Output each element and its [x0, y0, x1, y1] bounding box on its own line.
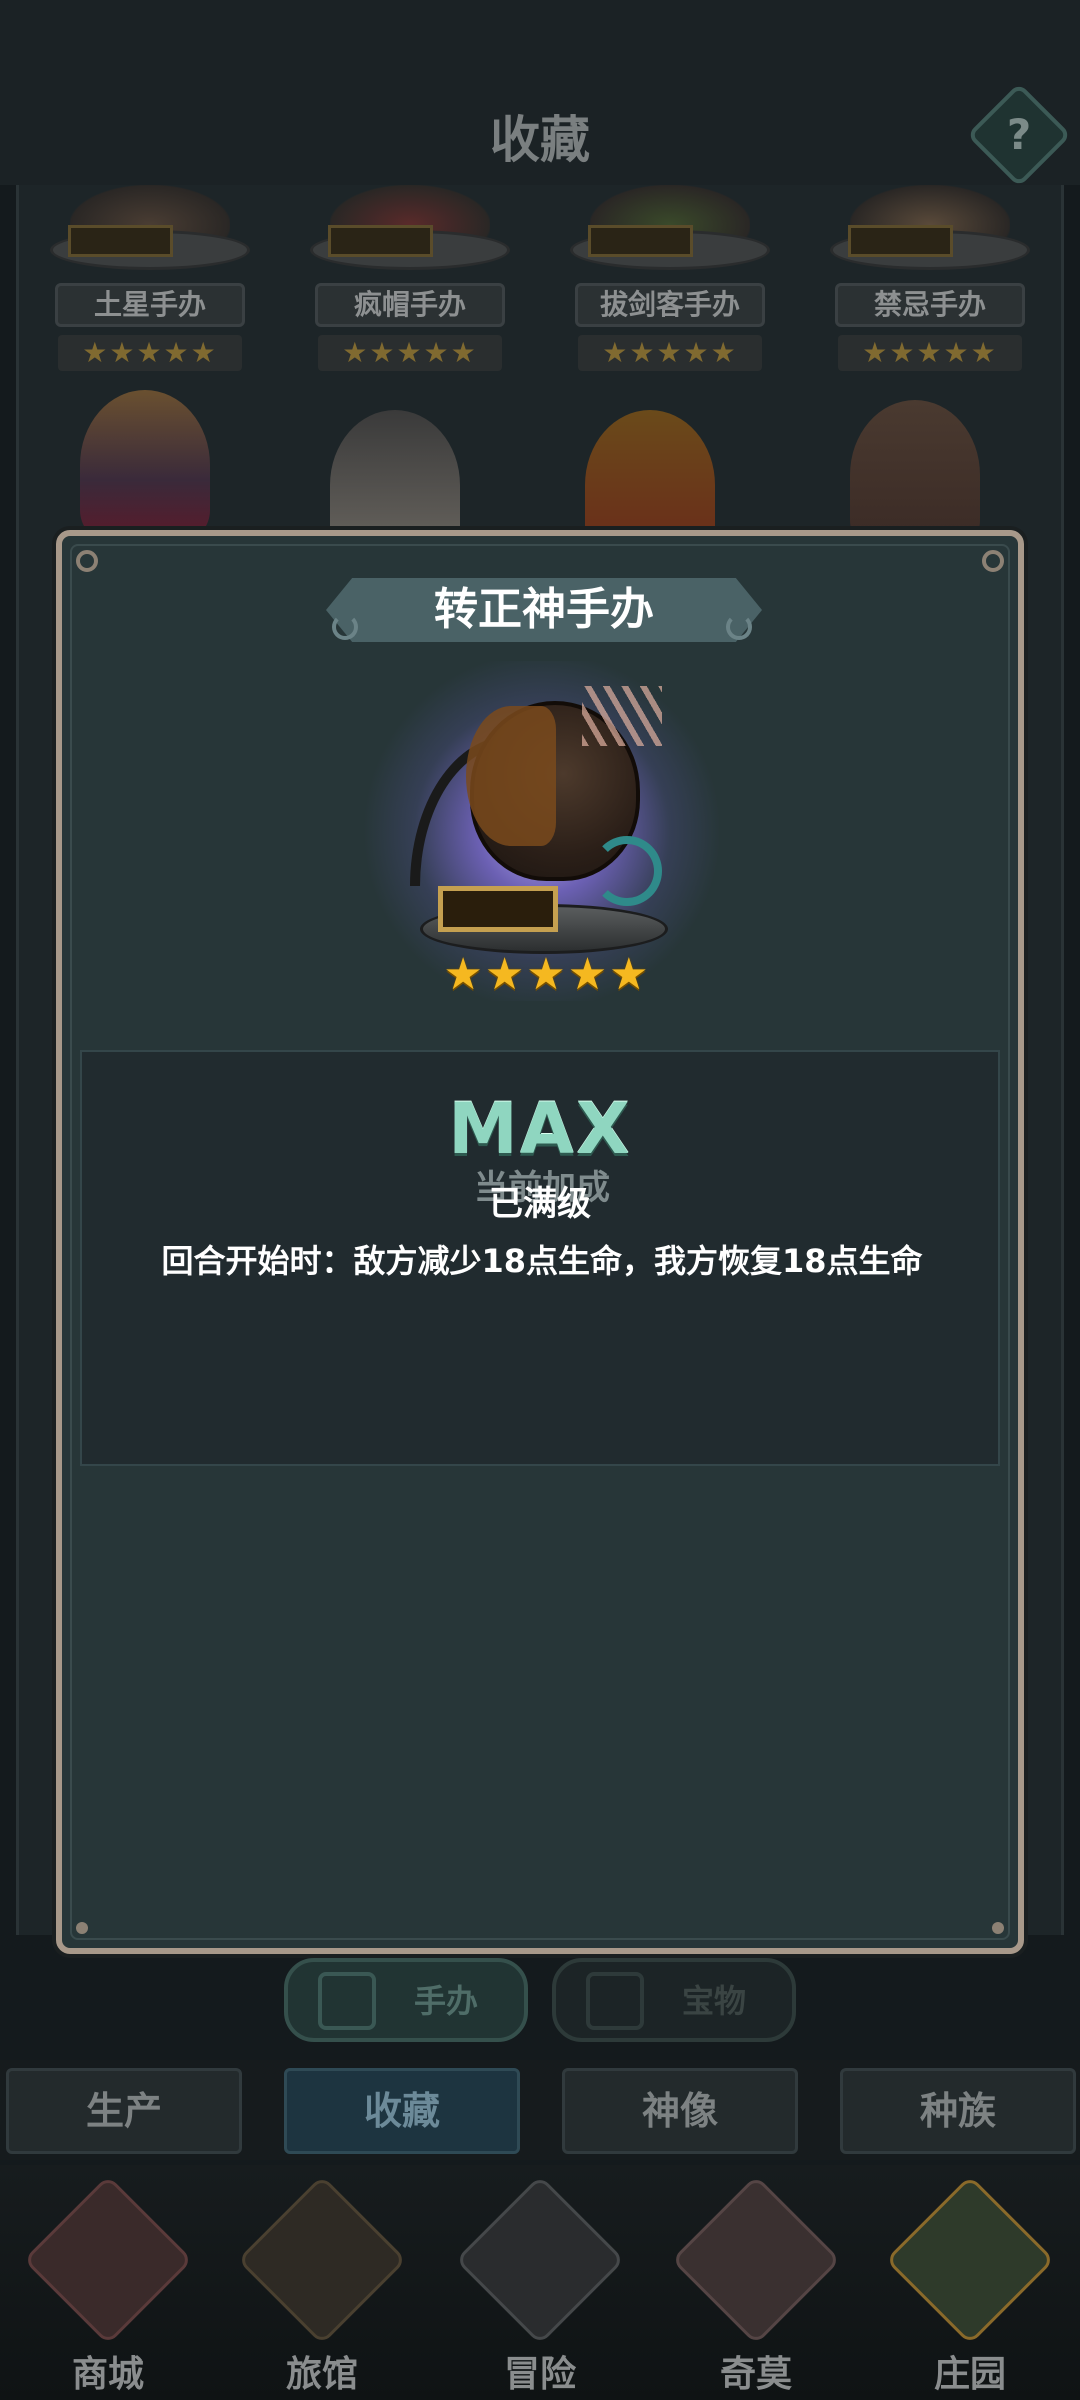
corner-ornament: [982, 550, 1004, 572]
plaque: [328, 225, 433, 257]
figurine-image[interactable]: [850, 400, 980, 550]
card-name: 禁忌手办: [835, 283, 1025, 327]
modal-title: 转正神手办: [434, 584, 654, 635]
nav-manor[interactable]: 庄园: [880, 2175, 1060, 2400]
collection-card[interactable]: 疯帽手办 ★★★★★: [290, 185, 530, 375]
figurine-image[interactable]: [80, 390, 210, 540]
plaque: [588, 225, 693, 257]
collection-card[interactable]: 拔剑客手办 ★★★★★: [550, 185, 790, 375]
corner-ornament: [76, 550, 98, 572]
tab-label: 手办: [414, 1982, 479, 2020]
tab-label: 宝物: [682, 1982, 747, 2020]
tab-figurines[interactable]: 手办: [284, 1958, 528, 2042]
star-rating: ★★★★★: [838, 335, 1022, 371]
star-rating: ★★★★★: [578, 335, 762, 371]
nav-label: 庄园: [933, 2354, 1006, 2395]
plaque: [68, 225, 173, 257]
category-collection[interactable]: 收藏: [284, 2068, 520, 2154]
figurine-tail: [592, 836, 662, 906]
nav-label: 冒险: [503, 2354, 576, 2395]
max-level-label: MAX: [448, 1088, 632, 1170]
manor-island-icon: [885, 2175, 1055, 2345]
card-name: 疯帽手办: [315, 283, 505, 327]
card-name: 土星手办: [55, 283, 245, 327]
shop-icon: [23, 2175, 193, 2345]
star-icon: [318, 1972, 376, 2030]
nav-label: 商城: [71, 2354, 144, 2395]
max-level-subtitle: 已满级: [489, 1184, 591, 1224]
plaque: [438, 886, 558, 932]
corner-ornament: [76, 1922, 88, 1934]
corner-ornament: [992, 1922, 1004, 1934]
collection-card[interactable]: 土星手办 ★★★★★: [30, 185, 270, 375]
bonus-description: 回合开始时：敌方减少18点生命，我方恢复18点生命: [161, 1242, 923, 1280]
category-races[interactable]: 种族: [840, 2068, 1076, 2154]
question-icon: ?: [1006, 110, 1032, 159]
tab-treasures[interactable]: 宝物: [552, 1958, 796, 2042]
figurine-hood: [466, 706, 556, 846]
page-title: 收藏: [490, 111, 590, 169]
nav-label: 旅馆: [285, 2354, 358, 2395]
star-rating: ★★★★★: [58, 335, 242, 371]
nav-label: 奇莫: [719, 2354, 792, 2395]
figurine-spikes: [582, 686, 662, 746]
category-statues[interactable]: 神像: [562, 2068, 798, 2154]
inn-gate-icon: [237, 2175, 407, 2345]
crossed-swords-icon: [455, 2175, 625, 2345]
nav-inn[interactable]: 旅馆: [232, 2175, 412, 2400]
figurine-detail-modal[interactable]: 转正神手办 ★★★★★ 当前加成 回合开始时：敌方减少18点生命，我方恢复18点…: [56, 530, 1024, 1954]
chimo-character-icon: [671, 2175, 841, 2345]
category-production[interactable]: 生产: [6, 2068, 242, 2154]
nav-adventure[interactable]: 冒险: [450, 2175, 630, 2400]
plaque: [848, 225, 953, 257]
star-rating: ★★★★★: [443, 949, 651, 1000]
nav-chimo[interactable]: 奇莫: [666, 2175, 846, 2400]
star-rating: ★★★★★: [318, 335, 502, 371]
nav-shop[interactable]: 商城: [18, 2175, 198, 2400]
collection-card[interactable]: 禁忌手办 ★★★★★: [810, 185, 1050, 375]
card-name: 拔剑客手办: [575, 283, 765, 327]
chest-icon: [586, 1972, 644, 2030]
